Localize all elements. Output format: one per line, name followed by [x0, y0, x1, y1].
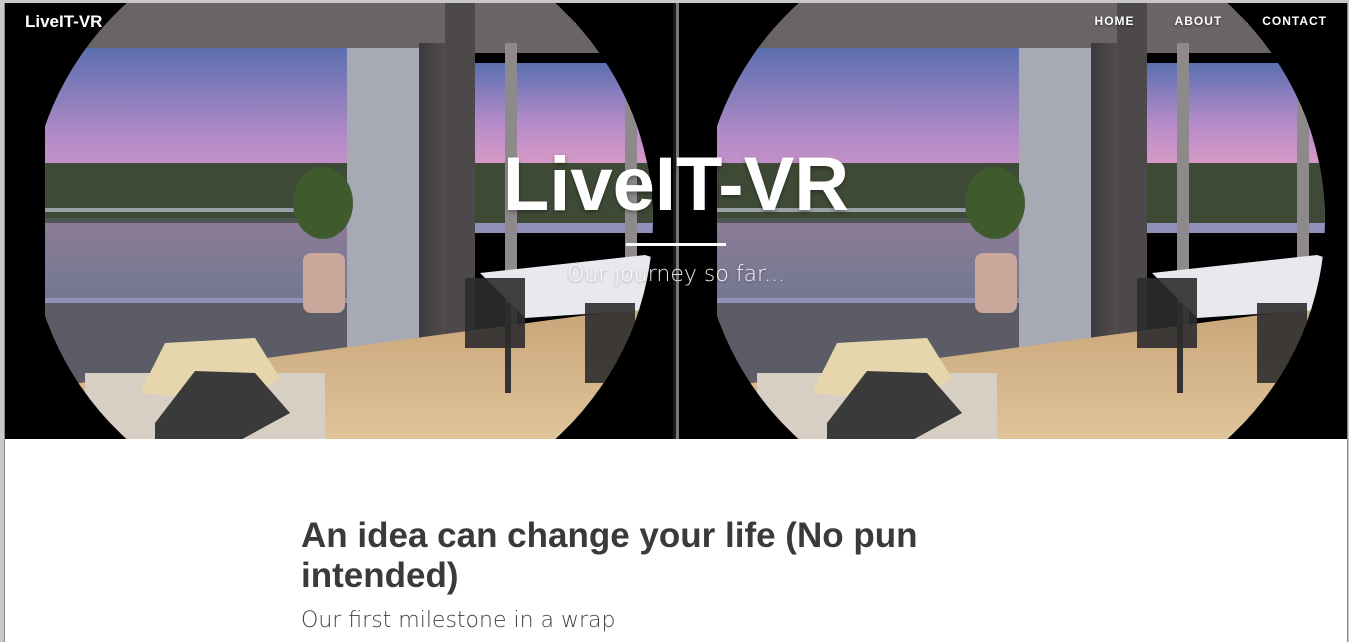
nav-link-contact[interactable]: CONTACT	[1262, 14, 1327, 28]
hero-title: LiveIT-VR	[502, 142, 850, 227]
hero-divider	[626, 243, 726, 246]
browser-viewport: LiveIT-VR HOME ABOUT CONTACT LiveIT-VR O…	[4, 3, 1348, 642]
site-heading: LiveIT-VR Our journey so far...	[5, 142, 1347, 288]
hero-subtitle: Our journey so far...	[566, 262, 786, 287]
post-title-link[interactable]: An idea can change your life (No pun int…	[301, 516, 1001, 596]
top-navigation-bar: LiveIT-VR HOME ABOUT CONTACT	[5, 3, 1347, 41]
post-subtitle[interactable]: Our first milestone in a wrap	[301, 606, 1001, 636]
post-preview[interactable]: An idea can change your life (No pun int…	[301, 516, 1001, 636]
nav-link-home[interactable]: HOME	[1095, 14, 1135, 28]
nav-links: HOME ABOUT CONTACT	[1095, 14, 1327, 28]
nav-link-about[interactable]: ABOUT	[1175, 14, 1223, 28]
hero-header: LiveIT-VR HOME ABOUT CONTACT LiveIT-VR O…	[5, 3, 1347, 439]
brand-logo-link[interactable]: LiveIT-VR	[25, 12, 102, 32]
